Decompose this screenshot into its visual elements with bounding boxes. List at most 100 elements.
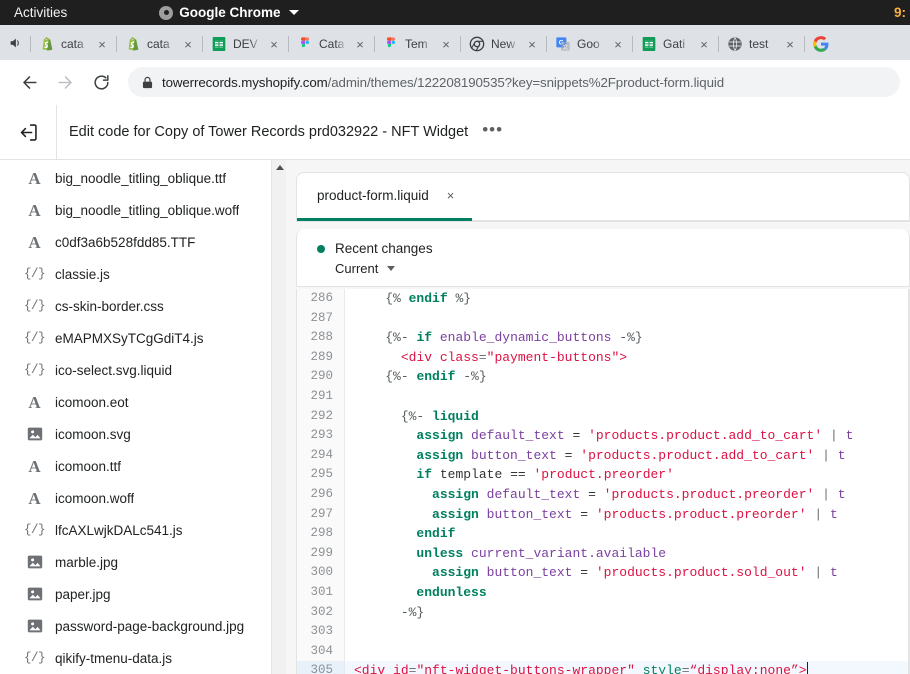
file-list-item[interactable]: password-page-background.jpg xyxy=(0,610,286,642)
file-list-item[interactable]: paper.jpg xyxy=(0,578,286,610)
browser-tab[interactable]: DEV× xyxy=(202,28,288,60)
code-line[interactable]: 301 endunless xyxy=(297,583,909,603)
browser-tab[interactable]: cata× xyxy=(30,28,116,60)
url-path: /admin/themes/122208190535?key=snippets%… xyxy=(328,75,724,90)
version-select[interactable]: Current xyxy=(335,261,909,276)
active-app-menu[interactable]: Google Chrome xyxy=(159,5,298,20)
close-icon[interactable]: × xyxy=(267,37,281,51)
close-icon[interactable]: × xyxy=(181,37,195,51)
sidebar-scrollbar[interactable] xyxy=(271,160,286,674)
recent-changes-row: Recent changes xyxy=(317,241,909,256)
code-line[interactable]: 297 assign button_text = 'products.produ… xyxy=(297,505,909,525)
chevron-down-icon xyxy=(387,266,395,271)
line-number: 292 xyxy=(297,407,345,427)
code-line[interactable]: 296 assign default_text = 'products.prod… xyxy=(297,485,909,505)
browser-tab[interactable]: cata× xyxy=(116,28,202,60)
code-line[interactable]: 289 <div class="payment-buttons"> xyxy=(297,348,909,368)
code-line-text xyxy=(345,642,909,662)
browser-tab[interactable]: G文Goo× xyxy=(546,28,632,60)
activities-button[interactable]: Activities xyxy=(0,5,79,20)
file-list-item[interactable]: Aicomoon.woff xyxy=(0,482,286,514)
browser-tab[interactable]: Gati× xyxy=(632,28,718,60)
file-name: big_noodle_titling_oblique.woff xyxy=(55,203,239,218)
code-line[interactable]: 300 assign button_text = 'products.produ… xyxy=(297,563,909,583)
admin-title-wrap: Edit code for Copy of Tower Records prd0… xyxy=(57,124,503,140)
shopify-icon xyxy=(39,36,55,52)
close-icon[interactable]: × xyxy=(525,37,539,51)
exit-code-editor-button[interactable] xyxy=(0,105,57,160)
file-list-item[interactable]: Abig_noodle_titling_oblique.ttf xyxy=(0,162,286,194)
more-actions-button[interactable]: ••• xyxy=(482,126,503,139)
file-list-item[interactable]: Abig_noodle_titling_oblique.woff xyxy=(0,194,286,226)
browser-tab[interactable]: Tem× xyxy=(374,28,460,60)
code-line[interactable]: 302 -%} xyxy=(297,603,909,623)
code-line[interactable]: 304 xyxy=(297,642,909,662)
globe-icon xyxy=(727,36,743,52)
address-bar[interactable]: towerrecords.myshopify.com/admin/themes/… xyxy=(128,67,900,97)
file-list-item[interactable]: icomoon.svg xyxy=(0,418,286,450)
code-line[interactable]: 287 xyxy=(297,309,909,329)
code-line-text xyxy=(345,309,909,329)
file-list-item[interactable]: {/}lfcAXLwjkDALc541.js xyxy=(0,514,286,546)
tab-partial-google[interactable] xyxy=(804,28,829,60)
code-line[interactable]: 298 endif xyxy=(297,524,909,544)
reload-button[interactable] xyxy=(86,67,116,97)
code-line-text: if template == 'product.preorder' xyxy=(345,465,909,485)
scroll-up-arrow-icon[interactable] xyxy=(272,160,286,175)
close-icon[interactable]: × xyxy=(353,37,367,51)
file-list-item[interactable]: {/}cs-skin-border.css xyxy=(0,290,286,322)
font-file-icon: A xyxy=(26,458,43,475)
close-icon[interactable]: × xyxy=(447,189,455,202)
code-lines: 286 {% endif %}287288 {%- if enable_dyna… xyxy=(297,289,909,674)
file-list-item[interactable]: {/}classie.js xyxy=(0,258,286,290)
browser-tab[interactable]: Cata× xyxy=(288,28,374,60)
code-editor[interactable]: 286 {% endif %}287288 {%- if enable_dyna… xyxy=(296,289,910,674)
file-list-item[interactable]: {/}ico-select.svg.liquid xyxy=(0,354,286,386)
line-number: 296 xyxy=(297,485,345,505)
file-name: password-page-background.jpg xyxy=(55,619,244,634)
code-line[interactable]: 286 {% endif %} xyxy=(297,289,909,309)
file-name: cs-skin-border.css xyxy=(55,299,164,314)
code-line[interactable]: 290 {%- endif -%} xyxy=(297,367,909,387)
image-file-icon xyxy=(26,554,43,571)
close-icon[interactable]: × xyxy=(697,37,711,51)
file-list-item[interactable]: marble.jpg xyxy=(0,546,286,578)
figma-icon xyxy=(383,36,399,52)
file-list-item[interactable]: {/}qikify-tmenu-data.js xyxy=(0,642,286,674)
code-line[interactable]: 294 assign button_text = 'products.produ… xyxy=(297,446,909,466)
back-button[interactable] xyxy=(14,67,44,97)
code-line[interactable]: 303 xyxy=(297,622,909,642)
shopify-icon xyxy=(125,36,141,52)
file-list-item[interactable]: Aicomoon.ttf xyxy=(0,450,286,482)
lock-icon xyxy=(142,76,153,89)
file-list-item[interactable]: {/}eMAPMXSyTCgGdiT4.js xyxy=(0,322,286,354)
code-line-active[interactable]: 305<div id="nft-widget-buttons-wrapper" … xyxy=(297,661,909,674)
clock[interactable]: 9: xyxy=(894,0,910,25)
file-list-item[interactable]: Aicomoon.eot xyxy=(0,386,286,418)
file-name: classie.js xyxy=(55,267,110,282)
line-number: 287 xyxy=(297,309,345,329)
close-icon[interactable]: × xyxy=(783,37,797,51)
file-name: ico-select.svg.liquid xyxy=(55,363,172,378)
close-icon[interactable]: × xyxy=(611,37,625,51)
code-line-text: endif xyxy=(345,524,909,544)
code-line[interactable]: 292 {%- liquid xyxy=(297,407,909,427)
code-line[interactable]: 288 {%- if enable_dynamic_buttons -%} xyxy=(297,328,909,348)
code-line[interactable]: 291 xyxy=(297,387,909,407)
close-icon[interactable]: × xyxy=(95,37,109,51)
forward-button[interactable] xyxy=(50,67,80,97)
file-list-item[interactable]: Ac0df3a6b528fdd85.TTF xyxy=(0,226,286,258)
editor-tab-product-form[interactable]: product-form.liquid × xyxy=(297,173,472,221)
code-line-text: unless current_variant.available xyxy=(345,544,909,564)
code-line[interactable]: 295 if template == 'product.preorder' xyxy=(297,465,909,485)
close-icon[interactable]: × xyxy=(439,37,453,51)
code-line-text: assign default_text = 'products.product.… xyxy=(345,426,909,446)
font-file-icon: A xyxy=(26,394,43,411)
code-line[interactable]: 299 unless current_variant.available xyxy=(297,544,909,564)
browser-tab[interactable]: test× xyxy=(718,28,804,60)
code-line[interactable]: 293 assign default_text = 'products.prod… xyxy=(297,426,909,446)
line-number: 304 xyxy=(297,642,345,662)
code-line-text: <div class="payment-buttons"> xyxy=(345,348,909,368)
browser-tab[interactable]: New× xyxy=(460,28,546,60)
tab-audio-icon[interactable] xyxy=(0,25,30,60)
